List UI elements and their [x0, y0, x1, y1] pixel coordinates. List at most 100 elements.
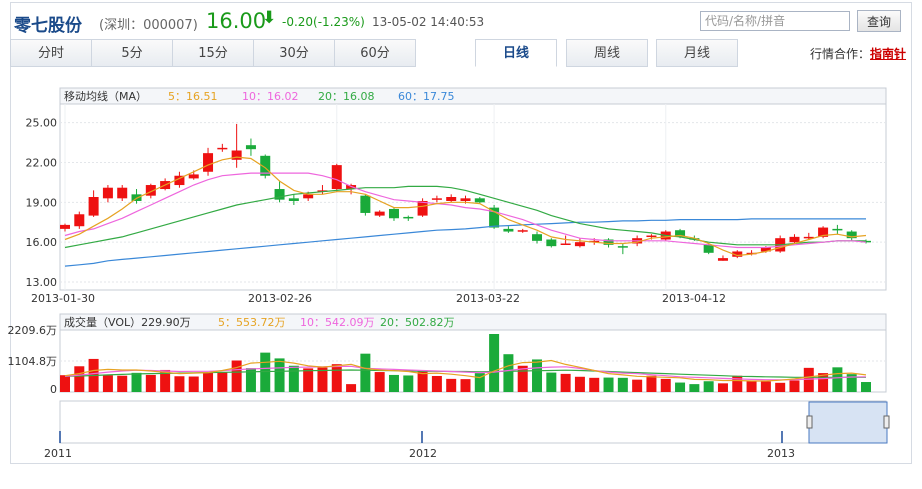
candle-body — [474, 198, 485, 203]
volume-legend-item: 成交量（VOL）229.90万 — [64, 315, 191, 329]
volume-bar — [574, 376, 585, 392]
volume-tick-label: 2209.6万 — [8, 324, 58, 337]
volume-bar — [703, 381, 714, 392]
candle-body — [574, 242, 585, 247]
candle-body — [789, 236, 800, 243]
volume-bar — [732, 375, 743, 392]
candle-body — [431, 198, 442, 200]
candle-body — [832, 228, 843, 231]
volume-legend-item: 10：542.09万 — [300, 316, 375, 329]
volume-legend-item: 20：502.82万 — [380, 316, 455, 329]
navigator-left-handle[interactable] — [806, 415, 813, 429]
volume-bar — [188, 376, 199, 392]
volume-bar — [346, 384, 357, 392]
volume-bar — [560, 373, 571, 392]
candle-body — [188, 174, 199, 179]
candle-body — [646, 235, 657, 238]
date-tick-label: 2013-03-22 — [456, 292, 520, 305]
candle-body — [331, 165, 342, 190]
volume-bar — [546, 372, 557, 392]
volume-bar — [60, 375, 70, 392]
candle-body — [88, 197, 99, 216]
candle-body — [446, 197, 457, 201]
volume-bar — [360, 353, 371, 392]
volume-bar — [532, 359, 543, 392]
volume-bar — [174, 376, 185, 392]
volume-tick-label: 1104.8万 — [8, 355, 58, 368]
volume-bar — [288, 365, 299, 392]
volume-bar — [446, 378, 457, 392]
price-tick-label: 19.00 — [26, 196, 58, 209]
volume-bar — [717, 383, 728, 392]
candle-body — [303, 194, 314, 199]
volume-bar — [131, 372, 142, 392]
volume-bar — [632, 379, 643, 392]
candle-body — [217, 147, 228, 150]
volume-bar — [861, 382, 871, 392]
volume-bar — [388, 374, 399, 392]
candle-body — [532, 234, 543, 241]
price-legend-item: 移动均线（MA） — [64, 89, 147, 103]
price-legend-item: 60：17.75 — [398, 90, 455, 103]
candle-body — [74, 214, 85, 227]
price-tick-label: 25.00 — [26, 117, 58, 130]
candle-body — [560, 243, 571, 245]
navigator-year-label: 2011 — [44, 447, 72, 460]
candle-body — [617, 246, 628, 248]
candle-body — [231, 150, 242, 160]
volume-bar — [102, 375, 113, 392]
navigator-right-handle[interactable] — [883, 415, 890, 429]
candle-body — [60, 224, 70, 229]
volume-bar — [503, 354, 514, 392]
volume-bar — [746, 380, 757, 392]
price-legend-item: 20：16.08 — [318, 90, 375, 103]
volume-bar — [117, 375, 128, 392]
volume-bar — [417, 371, 428, 392]
volume-bar — [689, 384, 700, 392]
kline-chart: 25.00 22.00 19.00 16.00 13.00 2013-01-30 2013-… — [8, 87, 890, 460]
candle-body — [102, 187, 113, 199]
volume-bar — [303, 368, 314, 392]
volume-bar — [803, 367, 814, 392]
candle-body — [288, 198, 299, 201]
date-tick-label: 2013-04-12 — [662, 292, 726, 305]
volume-bar — [217, 372, 228, 392]
volume-bar — [660, 378, 671, 392]
volume-bar — [460, 379, 471, 392]
volume-bar — [317, 367, 328, 392]
volume-bar — [231, 360, 242, 392]
navigator-window[interactable] — [808, 401, 888, 444]
price-tick-label: 22.00 — [26, 156, 58, 169]
candle-body — [503, 228, 514, 232]
volume-bar — [331, 364, 342, 392]
volume-bar — [603, 377, 614, 392]
volume-bar — [145, 374, 156, 392]
volume-bar — [274, 358, 285, 392]
candle-body — [717, 258, 728, 261]
candle-body — [374, 211, 385, 216]
price-tick-label: 16.00 — [26, 236, 58, 249]
candle-body — [388, 208, 399, 219]
candle-body — [546, 239, 557, 247]
candle-body — [403, 216, 414, 219]
volume-bar — [203, 372, 214, 392]
candle-body — [360, 195, 371, 213]
candle-body — [703, 244, 714, 253]
volume-bar — [589, 377, 600, 392]
volume-bar — [403, 375, 414, 392]
price-legend-item: 10：16.02 — [242, 90, 299, 103]
candle-body — [117, 187, 128, 199]
navigator-year-label: 2012 — [409, 447, 437, 460]
date-tick-label: 2013-01-30 — [31, 292, 95, 305]
candle-body — [245, 145, 256, 150]
volume-legend-item: 5：553.72万 — [218, 316, 286, 329]
volume-bar — [832, 367, 843, 392]
candle-body — [203, 153, 214, 172]
volume-bar — [489, 334, 500, 392]
volume-bar — [775, 382, 786, 392]
volume-bar — [646, 375, 657, 392]
navigator-panel[interactable] — [59, 400, 887, 444]
volume-tick-label: 0 — [50, 383, 57, 396]
navigator-year-label: 2013 — [767, 447, 795, 460]
candle-body — [517, 230, 528, 232]
